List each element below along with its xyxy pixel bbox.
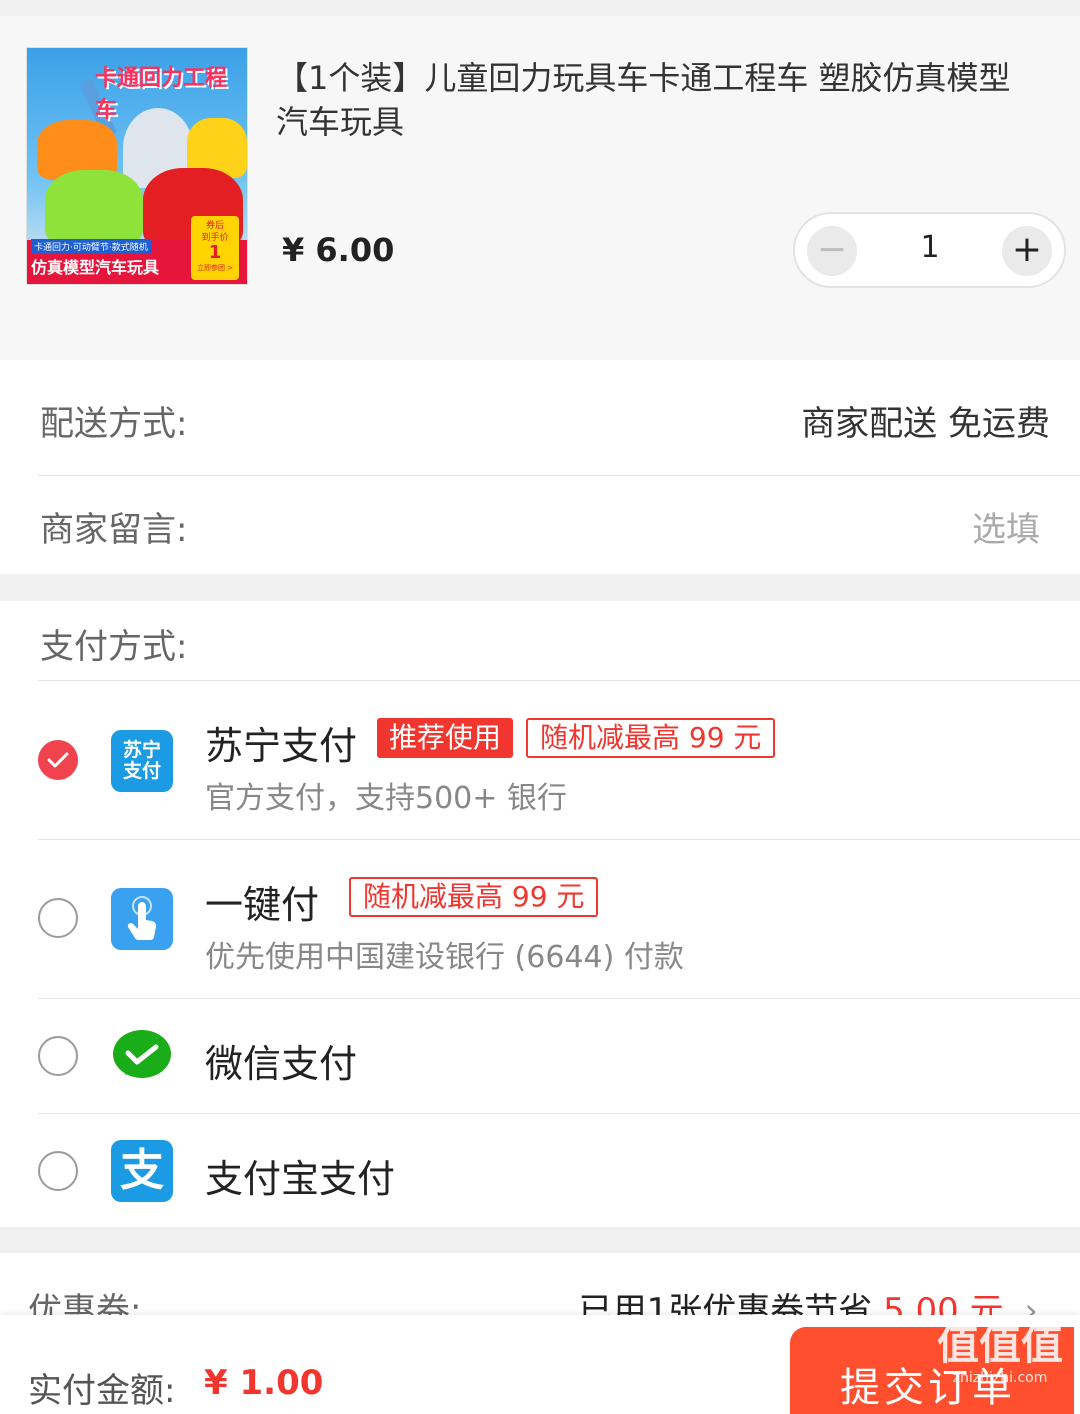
radio-unchecked-icon[interactable] <box>38 1036 78 1076</box>
payment-name-suning: 苏宁支付 <box>205 724 358 768</box>
watermark-sub: zhizhizhi.com <box>952 1370 1048 1386</box>
payment-desc-suning: 官方支付，支持500+ 银行 <box>205 781 567 816</box>
payment-option-onetap[interactable]: 一键付 随机减最高 99 元 优先使用中国建设银行 (6644) 付款 <box>0 840 1080 998</box>
wechat-pay-icon <box>111 1025 173 1087</box>
alipay-icon: 支 <box>111 1140 173 1202</box>
product-title: 【1个装】儿童回力玩具车卡通工程车 塑胶仿真模型汽车玩具 <box>276 59 1011 141</box>
quantity-value[interactable]: 1 <box>905 230 955 265</box>
delivery-value: 商家配送 免运费 <box>801 404 1050 444</box>
quantity-stepper: − 1 + <box>793 212 1066 288</box>
increase-quantity-button[interactable]: + <box>1002 226 1052 276</box>
decrease-quantity-button[interactable]: − <box>807 226 857 276</box>
thumbnail-brand-text: 卡通回力工程车 <box>95 66 228 123</box>
payment-option-wechat[interactable]: 微信支付 <box>0 999 1080 1113</box>
checkout-bar: 实付金额: ¥ 1.00 提交订单 <box>0 1315 1080 1414</box>
coupon-value: 已用1张优惠券节省 5.00 元 › <box>579 1283 1038 1315</box>
order-info-section: 配送方式: 商家配送 免运费 商家留言: 选填 <box>0 360 1080 574</box>
watermark-main: 值值值 <box>936 1320 1063 1369</box>
thumbnail-strip-subtitle: 卡通回力·可动臂节·款式随机 <box>31 239 151 254</box>
divider <box>38 475 1080 476</box>
product-card: 卡通回力工程车 卡通回力·可动臂节·款式随机 仿真模型汽车玩具 券后 到手价 1… <box>0 16 1080 360</box>
promo-tag: 随机减最高 99 元 <box>526 718 776 758</box>
coupon-value-prefix: 已用1张优惠券节省 <box>578 1291 873 1315</box>
green-car-graphic <box>45 170 143 245</box>
badge-cta: 立即参团 > <box>196 264 234 272</box>
suning-icon-text-1: 苏宁 <box>122 739 161 761</box>
watermark: 值值值 zhizhizhi.com <box>926 1320 1074 1386</box>
thumbnail-strip-title: 仿真模型汽车玩具 <box>31 258 160 277</box>
thumbnail-price-badge: 券后 到手价 1 立即参团 > <box>191 216 239 280</box>
chevron-right-icon: › <box>1024 1291 1038 1315</box>
payment-desc-onetap: 优先使用中国建设银行 (6644) 付款 <box>205 940 684 975</box>
total-label: 实付金额: <box>28 1371 176 1411</box>
suning-icon-text-2: 支付 <box>122 760 161 782</box>
product-price: ¥ 6.00 <box>282 231 395 269</box>
message-label: 商家留言: <box>40 510 188 550</box>
radio-unchecked-icon[interactable] <box>38 1151 78 1191</box>
recommend-tag: 推荐使用 <box>377 718 514 758</box>
product-thumbnail[interactable]: 卡通回力工程车 卡通回力·可动臂节·款式随机 仿真模型汽车玩具 券后 到手价 1… <box>26 47 248 285</box>
total-amount: ¥ 1.00 <box>204 1363 324 1403</box>
payment-option-suning[interactable]: 苏宁 支付 苏宁支付 推荐使用 随机减最高 99 元 官方支付，支持500+ 银… <box>0 681 1080 839</box>
payment-label: 支付方式: <box>40 627 188 667</box>
badge-price: 1 <box>208 242 222 263</box>
payment-name-wechat: 微信支付 <box>205 1042 358 1086</box>
coupon-label: 优惠券: <box>28 1291 142 1315</box>
coupon-value-amount: 5.00 元 <box>883 1291 1004 1315</box>
payment-name-alipay: 支付宝支付 <box>205 1157 396 1201</box>
badge-line1: 券后 <box>205 221 224 231</box>
delivery-label: 配送方式: <box>40 404 188 444</box>
payment-section: 支付方式: 苏宁 支付 苏宁支付 推荐使用 随机减最高 99 元 官方支付，支持… <box>0 601 1080 1227</box>
coupon-row[interactable]: 优惠券: 已用1张优惠券节省 5.00 元 › <box>0 1253 1080 1315</box>
payment-name-onetap: 一键付 <box>205 883 320 927</box>
message-input[interactable]: 选填 <box>972 502 1040 551</box>
radio-checked-icon[interactable] <box>38 740 78 780</box>
radio-unchecked-icon[interactable] <box>38 898 78 938</box>
one-tap-pay-icon <box>111 888 173 950</box>
payment-option-alipay[interactable]: 支 支付宝支付 <box>0 1114 1080 1227</box>
suning-pay-icon: 苏宁 支付 <box>111 730 173 792</box>
promo-tag: 随机减最高 99 元 <box>349 877 599 917</box>
